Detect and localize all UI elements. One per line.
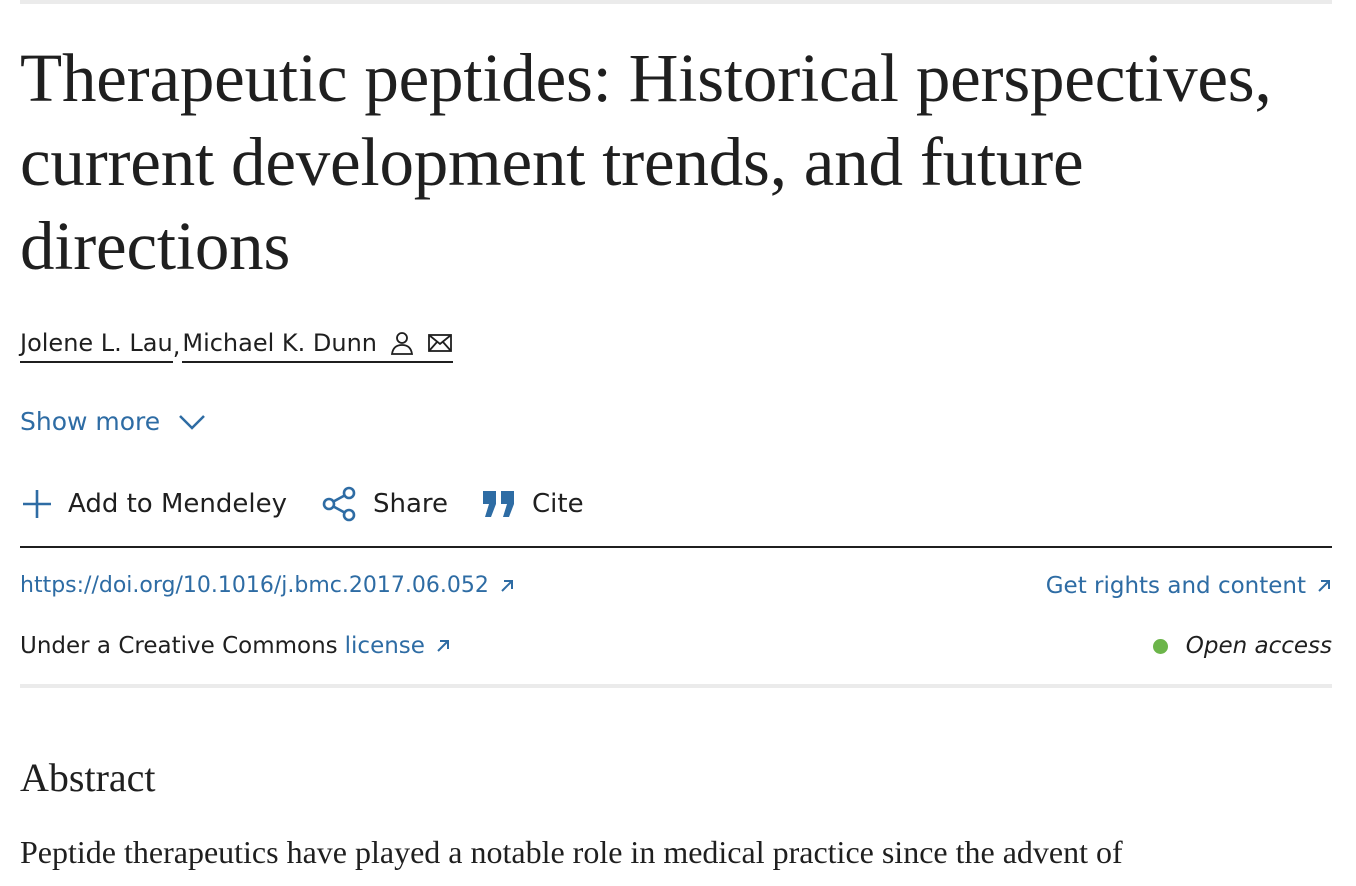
external-link-icon: [501, 579, 513, 592]
mendeley-label: Add to Mendeley: [68, 489, 287, 519]
license-link[interactable]: license: [345, 633, 451, 659]
chevron-down-icon: [179, 414, 206, 430]
article-actions: Add to Mendeley Share Cite: [22, 486, 618, 522]
license-line: Under a Creative Commons license: [20, 633, 451, 659]
cite-label: Cite: [532, 489, 584, 519]
doi-text: https://doi.org/10.1016/j.bmc.2017.06.05…: [20, 573, 489, 598]
cite-button[interactable]: Cite: [482, 489, 584, 519]
abstract-heading: Abstract: [20, 755, 156, 800]
mail-icon: [427, 330, 453, 356]
license-link-text: license: [344, 633, 425, 659]
show-more-label: Show more: [20, 407, 161, 436]
doi-link[interactable]: https://doi.org/10.1016/j.bmc.2017.06.05…: [20, 573, 515, 598]
quote-icon: [483, 491, 515, 517]
external-link-icon: [1318, 580, 1330, 592]
author-name: Jolene L. Lau: [20, 329, 173, 357]
rights-text: Get rights and content: [1045, 573, 1306, 599]
open-access-dot-icon: [1152, 638, 1168, 654]
section-divider: [20, 684, 1332, 688]
get-rights-link[interactable]: Get rights and content: [1046, 573, 1332, 599]
external-link-icon: [437, 640, 449, 652]
article-title: Therapeutic peptides: Historical perspec…: [20, 40, 1272, 284]
author-link-dunn[interactable]: Michael K. Dunn: [182, 329, 454, 363]
top-divider: [20, 0, 1332, 4]
author-link-lau[interactable]: Jolene L. Lau: [20, 329, 173, 363]
plus-icon: [23, 490, 51, 518]
person-icon: [389, 330, 415, 356]
abstract-text: Peptide therapeutics have played a notab…: [20, 834, 1123, 870]
share-button[interactable]: Share: [321, 486, 448, 522]
author-list: Jolene L. Lau , Michael K. Dunn: [20, 326, 454, 366]
open-access-label: Open access: [1185, 633, 1332, 659]
license-text: Under a Creative Commons: [20, 633, 338, 659]
author-separator: ,: [172, 332, 181, 360]
share-icon: [322, 486, 356, 522]
share-label: Share: [372, 489, 449, 519]
divider: [20, 546, 1332, 548]
show-more-button[interactable]: Show more: [20, 407, 206, 436]
author-name: Michael K. Dunn: [182, 329, 378, 357]
add-to-mendeley-button[interactable]: Add to Mendeley: [22, 489, 287, 519]
open-access-badge: Open access: [1152, 633, 1332, 659]
